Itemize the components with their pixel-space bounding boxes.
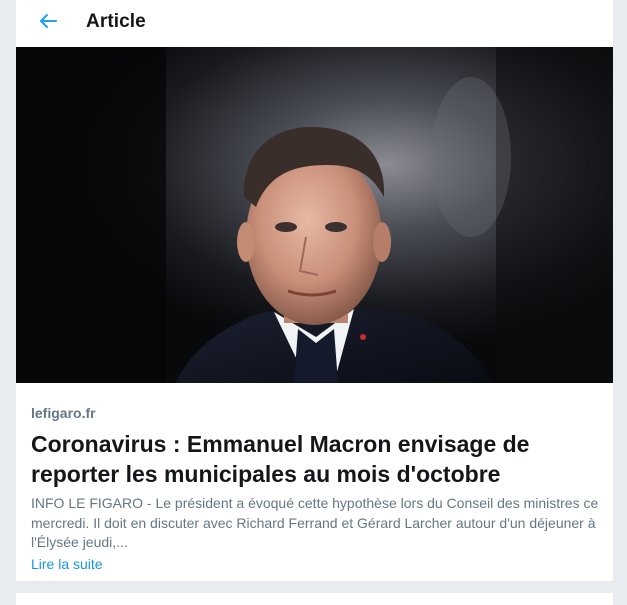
read-more-link[interactable]: Lire la suite — [31, 556, 103, 572]
portrait-photo — [16, 47, 613, 383]
back-button[interactable] — [34, 7, 62, 35]
page-title: Article — [86, 11, 146, 32]
article-header: Article — [16, 0, 613, 47]
article-card-body[interactable]: lefigaro.fr Coronavirus : Emmanuel Macro… — [16, 383, 613, 581]
article-panel: Article lefigaro.fr Coronavirus: Emmanu… — [15, 0, 614, 605]
source-domain: lefigaro.fr — [31, 405, 96, 421]
section-divider — [16, 581, 613, 593]
arrow-left-icon — [40, 14, 57, 28]
article-summary: INFO LE FIGARO - Le président a évoqué c… — [31, 495, 599, 550]
next-card — [16, 593, 613, 605]
article-headline[interactable]: Coronavirus : Emmanuel Macron envisage d… — [31, 429, 601, 489]
article-image[interactable] — [16, 47, 613, 383]
